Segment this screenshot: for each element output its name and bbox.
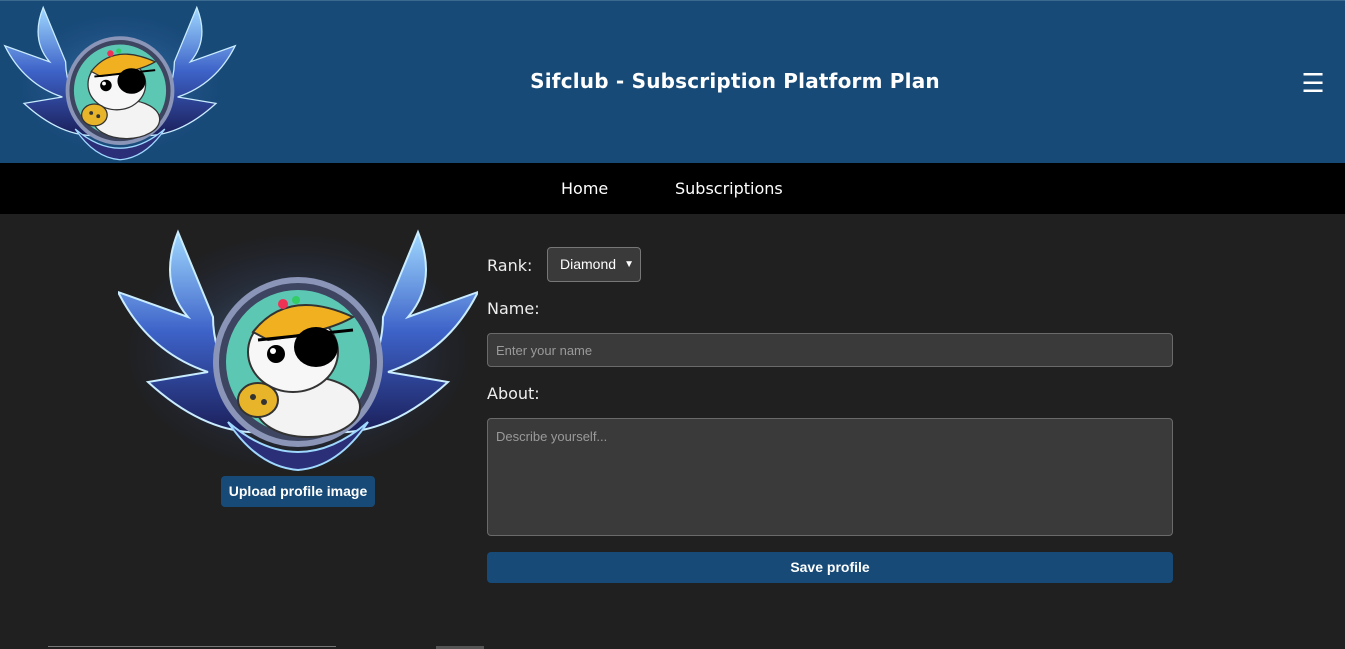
rank-select[interactable]: Diamond ▼: [547, 247, 641, 282]
header-bar: Sifclub - Subscription Platform Plan ☰: [0, 0, 1345, 163]
name-input[interactable]: [487, 333, 1173, 367]
about-label: About:: [487, 384, 540, 403]
name-label: Name:: [487, 299, 540, 318]
page-title: Sifclub - Subscription Platform Plan: [530, 69, 940, 93]
rank-selected-value: Diamond: [560, 256, 617, 272]
nav-item-home[interactable]: Home: [561, 179, 608, 198]
save-profile-button[interactable]: Save profile: [487, 552, 1173, 583]
main-nav: Home Subscriptions: [0, 163, 1345, 214]
chevron-down-icon: ▼: [624, 259, 634, 270]
nav-item-subscriptions[interactable]: Subscriptions: [675, 179, 783, 198]
about-textarea[interactable]: [487, 418, 1173, 536]
rank-label: Rank:: [487, 256, 533, 275]
hamburger-menu-icon[interactable]: ☰: [1300, 68, 1326, 98]
upload-profile-image-button[interactable]: Upload profile image: [221, 476, 375, 507]
profile-avatar-hamster-pirate-emblem-icon: [118, 222, 478, 472]
